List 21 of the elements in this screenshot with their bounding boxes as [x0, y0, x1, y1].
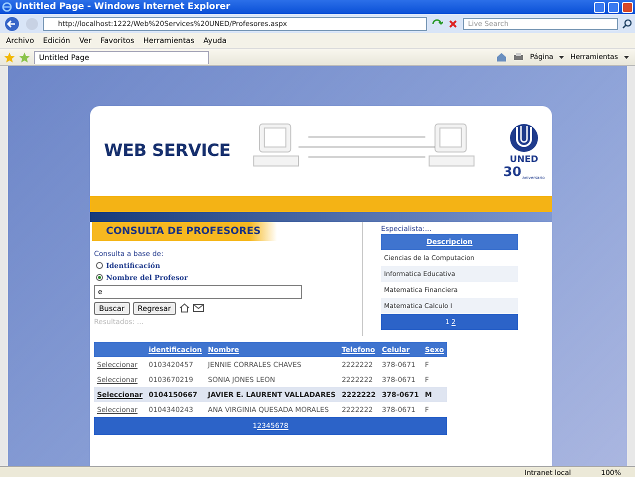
envelope-icon[interactable] [192, 304, 204, 314]
minimize-button[interactable] [594, 2, 605, 12]
close-button[interactable] [622, 2, 633, 12]
section-title: CONSULTA DE PROFESORES [92, 222, 277, 241]
home-icon[interactable] [178, 302, 190, 314]
printer-icon[interactable] [513, 52, 524, 62]
search-icon[interactable] [622, 18, 632, 28]
star-icon[interactable] [4, 52, 15, 62]
logo-emblem-icon [509, 122, 539, 154]
back-button[interactable] [3, 16, 21, 32]
radio-button[interactable] [96, 274, 103, 281]
logo-text: UNED [510, 154, 538, 164]
caret-icon[interactable] [624, 56, 629, 58]
caret-icon[interactable] [559, 56, 564, 58]
radio-button[interactable] [96, 262, 103, 269]
page-title: WEB SERVICE [104, 141, 230, 161]
browser-logo-icon [2, 2, 12, 12]
window-title: Untitled Page - Windows Internet Explorer [15, 2, 232, 12]
logo-years: 30 [503, 164, 522, 180]
stop-icon[interactable] [447, 18, 459, 30]
maximize-button[interactable] [608, 2, 619, 12]
